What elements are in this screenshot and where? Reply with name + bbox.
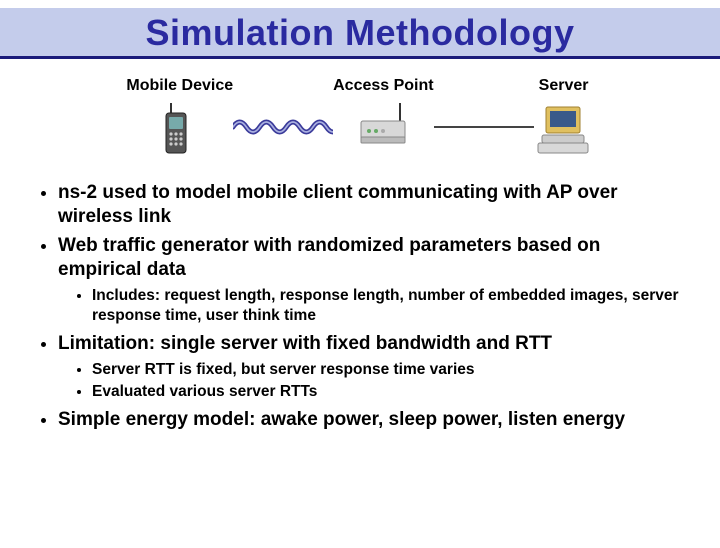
wired-link-icon bbox=[434, 99, 534, 155]
title-divider bbox=[0, 56, 720, 59]
bullet-list-lvl2-a: Includes: request length, response lengt… bbox=[58, 286, 688, 326]
access-point-label: Access Point bbox=[333, 77, 433, 95]
bullet-webtraffic: Web traffic generator with randomized pa… bbox=[58, 234, 688, 326]
access-point-col: Access Point bbox=[333, 77, 433, 157]
bullet-webtraffic-text: Web traffic generator with randomized pa… bbox=[58, 235, 600, 280]
title-band: Simulation Methodology bbox=[0, 8, 720, 56]
bullet-rtt-fixed: Server RTT is fixed, but server response… bbox=[92, 360, 688, 380]
bullet-rtt-eval: Evaluated various server RTTs bbox=[92, 382, 688, 402]
bullet-ns2: ns-2 used to model mobile client communi… bbox=[58, 181, 688, 230]
server-label: Server bbox=[539, 77, 589, 95]
bullet-limitation: Limitation: single server with fixed ban… bbox=[58, 332, 688, 402]
network-diagram: Mobile Device Access Point bbox=[0, 77, 720, 157]
cable-line bbox=[434, 126, 534, 128]
mobile-device-label: Mobile Device bbox=[126, 77, 233, 95]
server-icon bbox=[534, 101, 594, 157]
mobile-device-icon bbox=[150, 101, 210, 157]
mobile-device-col: Mobile Device bbox=[126, 77, 233, 157]
bullet-limitation-text: Limitation: single server with fixed ban… bbox=[58, 333, 552, 354]
page-title: Simulation Methodology bbox=[0, 12, 720, 54]
wireless-wave-icon bbox=[233, 99, 333, 155]
server-col: Server bbox=[534, 77, 594, 157]
bullet-energy: Simple energy model: awake power, sleep … bbox=[58, 408, 688, 432]
access-point-icon bbox=[353, 101, 413, 157]
bullet-includes: Includes: request length, response lengt… bbox=[92, 286, 688, 326]
bullet-content: ns-2 used to model mobile client communi… bbox=[0, 181, 720, 432]
bullet-list-lvl2-b: Server RTT is fixed, but server response… bbox=[58, 360, 688, 402]
bullet-list-lvl1: ns-2 used to model mobile client communi… bbox=[32, 181, 688, 432]
